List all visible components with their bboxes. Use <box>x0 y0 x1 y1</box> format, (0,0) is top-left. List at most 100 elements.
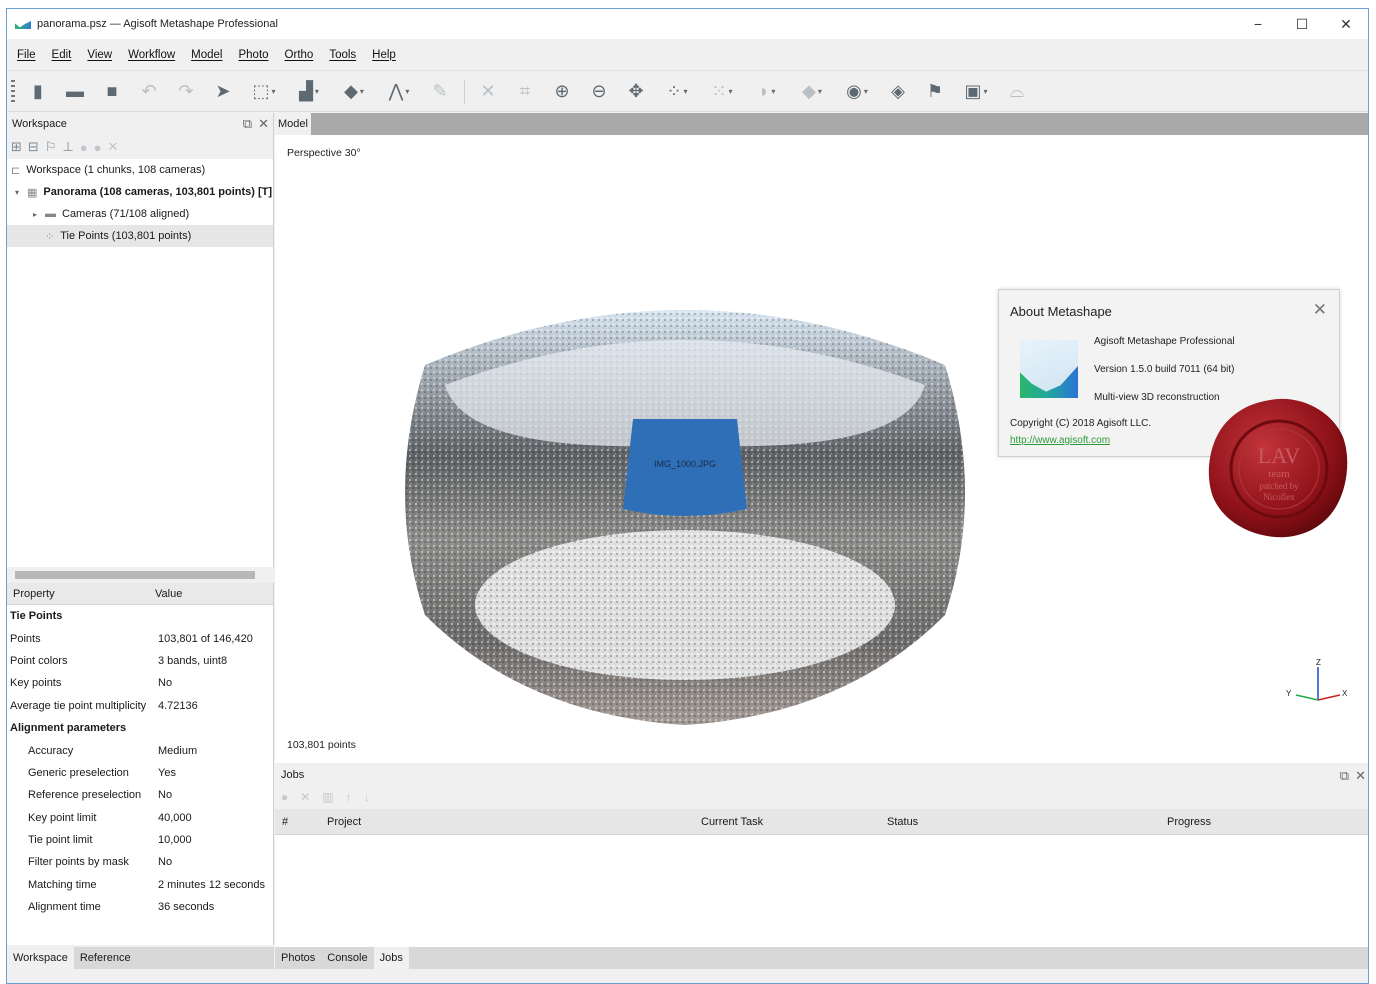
minimize-button[interactable]: − <box>1236 9 1280 39</box>
property-row[interactable]: Key point limit 40,000 <box>7 807 273 829</box>
start-job-icon[interactable]: ● <box>281 790 288 804</box>
remove-job-icon[interactable]: ✕ <box>300 790 310 804</box>
property-row[interactable]: Key points No <box>7 672 273 694</box>
show-trackball-icon[interactable]: ⌓ <box>1004 79 1030 105</box>
redo-icon[interactable]: ↷ <box>173 79 199 105</box>
tab-photos[interactable]: Photos <box>275 947 321 969</box>
wax-seal-image: LAV team patched by Nicoflex <box>1208 398 1348 538</box>
properties-list: Tie Points Points 103,801 of 146,420 Point … <box>7 605 273 918</box>
tree-item-tie-points[interactable]: ⁘ Tie Points (103,801 points) <box>7 225 273 247</box>
menu-ortho[interactable]: Ortho <box>285 49 314 61</box>
tree-item-chunk[interactable]: ▾ ▦ Panorama (108 cameras, 103,801 point… <box>7 181 273 203</box>
scrollbar-thumb[interactable] <box>15 571 255 579</box>
property-row[interactable]: Average tie point multiplicity 4.72136 <box>7 695 273 717</box>
expand-arrow-icon[interactable]: ▸ <box>33 210 45 219</box>
model-viewport[interactable]: Perspective 30° IMG_1000.JPG Z X Y 103,8… <box>275 135 1368 763</box>
property-row[interactable]: Point colors 3 bands, uint8 <box>7 650 273 672</box>
menu-model[interactable]: Model <box>191 49 222 61</box>
property-row[interactable]: Points 103,801 of 146,420 <box>7 627 273 649</box>
reset-view-icon[interactable]: ✥ <box>623 79 649 105</box>
tree-item-workspace[interactable]: ⊏ Workspace (1 chunks, 108 cameras) <box>7 159 273 181</box>
add-scalebar-icon[interactable]: ⊥ <box>62 139 73 155</box>
move-object-icon[interactable]: ▟ <box>292 79 326 105</box>
property-row[interactable]: Reference preselection No <box>7 784 273 806</box>
tab-workspace[interactable]: Workspace <box>7 947 74 969</box>
app-window: panorama.psz — Agisoft Metashape Profess… <box>6 8 1369 984</box>
close-pane-icon[interactable]: ✕ <box>258 116 269 132</box>
add-chunk-icon[interactable]: ⊞ <box>11 139 22 155</box>
zoom-in-icon[interactable]: ⊕ <box>549 79 575 105</box>
menu-tools[interactable]: Tools <box>329 49 356 61</box>
add-photos-icon[interactable]: ⊟ <box>28 139 39 155</box>
show-region-icon[interactable]: ▣ <box>959 79 993 105</box>
collapse-arrow-icon[interactable]: ▾ <box>15 188 27 197</box>
value-column-header[interactable]: Value <box>155 588 182 600</box>
float-pane-icon[interactable]: ⧉ <box>243 116 252 132</box>
workspace-horizontal-scrollbar[interactable] <box>7 567 274 583</box>
show-tiled-model-icon[interactable]: ◆ <box>795 79 829 105</box>
tab-jobs[interactable]: Jobs <box>373 947 409 969</box>
crop-selection-icon[interactable]: ⌗ <box>512 79 538 105</box>
property-row[interactable]: Tie point limit 10,000 <box>7 829 273 851</box>
close-button[interactable]: ✕ <box>1324 9 1368 39</box>
close-icon[interactable]: ✕ <box>1313 300 1327 320</box>
show-markers-icon[interactable]: ⚑ <box>922 79 948 105</box>
tab-console[interactable]: Console <box>321 947 373 969</box>
property-row[interactable]: Generic preselection Yes <box>7 762 273 784</box>
main-toolbar: ▮ ▬ ■ ↶ ↷ ➤ ⬚ ▟ ◆ ⋀ ✎ ✕ ⌗ ⊕ ⊖ ✥ ⁘ ⁙ ◗ ◆ … <box>7 72 1368 112</box>
property-group-row[interactable]: Tie Points <box>7 605 273 627</box>
zoom-out-icon[interactable]: ⊖ <box>586 79 612 105</box>
rotate-object-icon[interactable]: ◆ <box>337 79 371 105</box>
menu-file[interactable]: File <box>17 49 36 61</box>
property-column-header[interactable]: Property <box>7 588 155 600</box>
show-shapes-icon[interactable]: ◈ <box>885 79 911 105</box>
save-icon[interactable]: ■ <box>99 79 125 105</box>
undo-icon[interactable]: ↶ <box>136 79 162 105</box>
metashape-logo <box>1020 340 1078 398</box>
jobs-col-progress[interactable]: Progress <box>1167 816 1211 828</box>
property-row[interactable]: Matching time 2 minutes 12 seconds <box>7 874 273 896</box>
menu-bar: File Edit View Workflow Model Photo Orth… <box>7 39 1368 71</box>
new-document-icon[interactable]: ▮ <box>25 79 51 105</box>
move-down-icon[interactable]: ↓ <box>364 790 370 804</box>
show-cameras-icon[interactable]: ◉ <box>840 79 874 105</box>
disable-icon[interactable]: ● <box>94 140 102 155</box>
open-folder-icon[interactable]: ▬ <box>62 79 88 105</box>
menu-help[interactable]: Help <box>372 49 396 61</box>
tab-reference[interactable]: Reference <box>74 947 137 969</box>
property-row[interactable]: Accuracy Medium <box>7 739 273 761</box>
menu-photo[interactable]: Photo <box>238 49 268 61</box>
about-website-link[interactable]: http://www.agisoft.com <box>1010 435 1110 446</box>
property-row[interactable]: Filter points by mask No <box>7 851 273 873</box>
add-markers-icon[interactable]: ⚐ <box>45 139 57 155</box>
tie-point-cloud[interactable]: IMG_1000.JPG <box>385 275 985 735</box>
remove-items-icon[interactable]: ✕ <box>108 139 119 155</box>
property-row[interactable]: Alignment time 36 seconds <box>7 896 273 918</box>
toolbar-grip[interactable] <box>11 79 15 104</box>
draw-polyline-icon[interactable]: ⋀ <box>382 79 416 105</box>
jobs-col-number[interactable]: # <box>282 816 288 828</box>
delete-selection-icon[interactable]: ✕ <box>475 79 501 105</box>
close-pane-icon[interactable]: ✕ <box>1355 768 1366 784</box>
edit-pencil-icon[interactable]: ✎ <box>427 79 453 105</box>
show-model-icon[interactable]: ◗ <box>750 79 784 105</box>
move-up-icon[interactable]: ↑ <box>346 790 352 804</box>
chunk-icon: ▦ <box>27 186 38 199</box>
maximize-button[interactable]: ☐ <box>1280 9 1324 39</box>
jobs-col-status[interactable]: Status <box>887 816 918 828</box>
menu-workflow[interactable]: Workflow <box>128 49 175 61</box>
rectangle-selection-icon[interactable]: ⬚ <box>247 79 281 105</box>
enable-icon[interactable]: ● <box>80 140 88 155</box>
float-pane-icon[interactable]: ⧉ <box>1340 768 1349 784</box>
jobs-col-current-task[interactable]: Current Task <box>701 816 763 828</box>
show-points-icon[interactable]: ⁘ <box>660 79 694 105</box>
clear-jobs-icon[interactable]: ▥ <box>322 790 333 804</box>
tree-item-cameras[interactable]: ▸ ▬ Cameras (71/108 aligned) <box>7 203 273 225</box>
show-dense-cloud-icon[interactable]: ⁙ <box>705 79 739 105</box>
menu-edit[interactable]: Edit <box>52 49 72 61</box>
jobs-col-project[interactable]: Project <box>327 816 361 828</box>
navigation-pointer-icon[interactable]: ➤ <box>210 79 236 105</box>
property-group-row[interactable]: Alignment parameters <box>7 717 273 739</box>
tab-model[interactable]: Model <box>275 113 311 135</box>
menu-view[interactable]: View <box>87 49 112 61</box>
